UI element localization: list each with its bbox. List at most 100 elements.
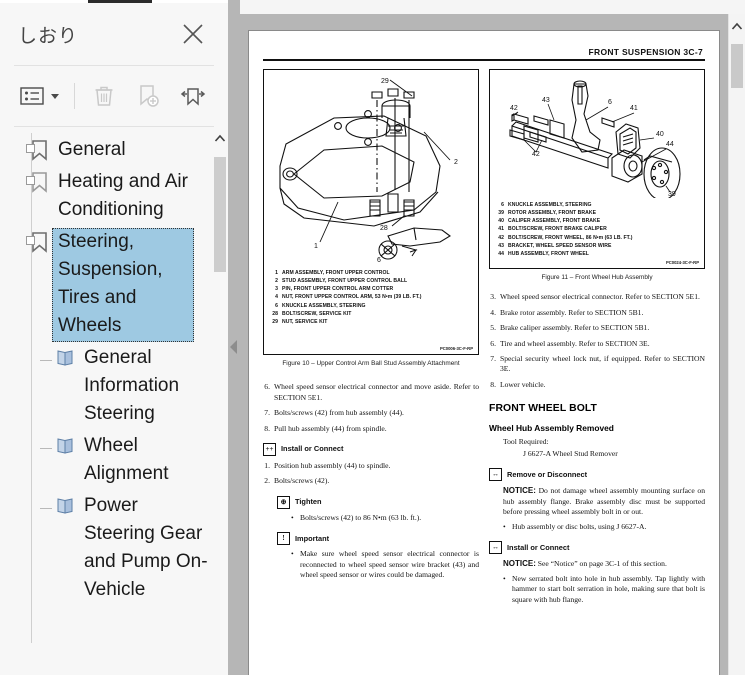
expand-toggle-icon[interactable] <box>26 236 35 245</box>
chevron-down-icon <box>51 93 60 99</box>
install-or-connect-heading: ↔ Install or Connect <box>489 541 705 555</box>
notice-text: See “Notice” on page 3C-1 of this sectio… <box>535 559 667 569</box>
notice-block: NOTICE: See “Notice” on page 3C-1 of thi… <box>489 558 705 569</box>
active-tab-indicator <box>88 0 152 3</box>
book-icon <box>52 432 78 462</box>
legend-row: 39 ROTOR ASSEMBLY, FRONT BRAKE <box>498 209 597 216</box>
sidebar-header: しおり <box>0 3 228 65</box>
bullet-item: • New serrated bolt into hole in hub asse… <box>503 573 705 604</box>
legend-row: 6 KNUCKLE ASSEMBLY, STEERING <box>275 302 366 309</box>
pdf-page-viewer[interactable]: FRONT SUSPENSION 3C-7 29 2 1 28 6 1 ARM … <box>240 0 745 675</box>
legend-row: 40 CALIPER ASSEMBLY, FRONT BRAKE <box>498 218 601 224</box>
bookmarks-toolbar <box>0 66 228 126</box>
callout-41: 41 <box>630 105 638 112</box>
step-item: 6. Tire and wheel assembly. Refer to SECT… <box>490 338 650 348</box>
viewer-scrollbar[interactable] <box>728 14 745 675</box>
step-item: 7. Bolts/screws (42) from hub assembly (4… <box>264 408 404 418</box>
bookmark-label: Wheel Alignment <box>84 435 169 484</box>
legend-row: 44 HUB ASSEMBLY, FRONT WHEEL <box>498 251 589 257</box>
bullet-item: • Bolts/screws (42) to 86 N•m (63 lb. ft.… <box>291 512 422 522</box>
legend-row: 41 BOLT/SCREW, FRONT BRAKE CALIPER <box>498 226 607 233</box>
chevron-up-icon[interactable] <box>729 14 745 38</box>
bookmark-tree-container: General Heating and Air Conditioning Ste… <box>0 127 228 675</box>
pdf-page: FRONT SUSPENSION 3C-7 29 2 1 28 6 1 ARM … <box>248 30 720 675</box>
tree-stub <box>40 360 52 361</box>
callout-1: 1 <box>314 243 318 250</box>
bookmark-tree: General Heating and Air Conditioning Ste… <box>0 127 212 675</box>
toolbar-separator <box>73 83 75 109</box>
chevron-up-icon[interactable] <box>212 127 228 149</box>
tool-name: J 6627-A Wheel Stud Remover <box>523 448 618 458</box>
callout-29: 29 <box>381 78 389 85</box>
pdf-reader-window: しおり General Heating and Air Conditioning… <box>0 0 745 675</box>
header-rule <box>263 59 705 61</box>
step-item: 2. Bolts/screws (42). <box>264 476 330 486</box>
tighten-heading: ⊕ Tighten <box>263 495 479 509</box>
page-running-head: FRONT SUSPENSION 3C-7 <box>588 47 703 57</box>
tree-stub <box>40 448 52 449</box>
left-column: 29 2 1 28 6 1 ARM ASSEMBLY, FRONT UPPER … <box>263 68 479 606</box>
legend-row: 6 KNUCKLE ASSEMBLY, STEERING <box>501 201 592 208</box>
bookmark-item-wheel-alignment[interactable]: Wheel Alignment <box>0 431 212 491</box>
notice-label: NOTICE: <box>503 486 536 496</box>
callout-2: 2 <box>454 159 458 166</box>
close-icon[interactable] <box>174 15 212 53</box>
important-icon: ! <box>277 532 290 546</box>
legend-row: 4 NUT, FRONT UPPER CONTROL ARM, 53 N•m (3… <box>275 294 422 301</box>
install-connect-icon: ++ <box>263 443 276 457</box>
bullet-dot: • <box>291 512 294 522</box>
bookmark-item-power-steering-gear-and-pump-on-vehicle[interactable]: Power Steering Gear and Pump On-Vehicle <box>0 491 212 607</box>
section-heading: FRONT WHEEL BOLT <box>489 403 597 415</box>
expand-toggle-icon[interactable] <box>26 144 35 153</box>
bookmark-item-heating-and-air-conditioning[interactable]: Heating and Air Conditioning <box>0 167 212 227</box>
bookmark-item-general-information-steering[interactable]: General Information Steering <box>0 343 212 431</box>
bookmark-item-general[interactable]: General <box>0 135 212 167</box>
expand-toggle-icon[interactable] <box>26 176 35 185</box>
sidebar-scrollbar[interactable] <box>212 127 228 675</box>
bookmark-item-steering-suspension-tires-and-wheels[interactable]: Steering, Suspension, Tires and Wheels <box>0 227 212 343</box>
bookmark-label: General <box>58 139 126 160</box>
callout-42: 42 <box>510 105 518 112</box>
sidebar-scrollbar-thumb[interactable] <box>214 157 226 272</box>
delete-bookmark-button[interactable] <box>83 75 125 117</box>
sidebar-splitter[interactable] <box>228 0 240 675</box>
callout-39: 39 <box>668 191 676 198</box>
important-heading: ! Important <box>263 532 479 546</box>
figure-10-code: PC0006-3C-F-RP <box>439 345 473 351</box>
bullet-dot: • <box>503 521 506 531</box>
list-options-button[interactable] <box>14 75 66 117</box>
book-icon <box>52 344 78 374</box>
figure-11: 42 43 6 41 40 44 39 42 6 KNUCKLE ASSEMBL… <box>489 68 705 269</box>
figure-10: 29 2 1 28 6 1 ARM ASSEMBLY, FRONT UPPER … <box>263 68 479 355</box>
figure-11-caption: Figure 11 – Front Wheel Hub Assembly <box>541 273 653 281</box>
bullet-dot: • <box>503 573 506 583</box>
sidebar-title: しおり <box>18 25 79 47</box>
legend-row: 43 BRACKET, WHEEL SPEED SENSOR WIRE <box>498 242 612 249</box>
step-item: 8. Lower vehicle. <box>490 379 546 389</box>
collapse-left-arrow-icon[interactable] <box>230 340 237 354</box>
bookmark-label: Heating and Air Conditioning <box>58 171 188 220</box>
step-item: 4. Brake rotor assembly. Refer to SECTION… <box>490 307 644 317</box>
remove-or-disconnect-heading: ↔ Remove or Disconnect <box>489 468 705 482</box>
step-item: 8. Pull hub assembly (44) from spindle. <box>264 423 387 433</box>
front-wheel-hub-diagram: 42 43 6 41 40 44 39 42 <box>509 79 681 198</box>
viewer-scrollbar-thumb[interactable] <box>731 44 743 88</box>
book-icon <box>52 492 78 522</box>
tool-required-label: Tool Required: <box>503 437 549 447</box>
add-bookmark-button[interactable] <box>127 75 169 117</box>
callout-28: 28 <box>380 225 388 232</box>
legend-row: 3 PIN, FRONT UPPER CONTROL ARM COTTER <box>275 286 394 292</box>
subsection-heading: Wheel Hub Assembly Removed <box>489 422 614 433</box>
bookmarks-sidebar: しおり General Heating and Air Conditioning… <box>0 0 228 675</box>
expand-collapse-all-button[interactable] <box>172 75 214 117</box>
callout-44: 44 <box>666 141 674 148</box>
step-item: 1. Position hub assembly (44) to spindle. <box>264 461 391 471</box>
notice-label: NOTICE: <box>503 559 536 569</box>
bullet-dot: • <box>291 549 294 559</box>
remove-disconnect-icon: ↔ <box>489 468 502 482</box>
callout-6: 6 <box>608 99 612 106</box>
figure-11-code: PC0024-3C-F-RP <box>665 259 699 265</box>
tighten-icon: ⊕ <box>277 495 290 509</box>
right-column: 42 43 6 41 40 44 39 42 6 KNUCKLE ASSEMBL… <box>489 68 705 606</box>
tree-stub <box>40 508 52 509</box>
